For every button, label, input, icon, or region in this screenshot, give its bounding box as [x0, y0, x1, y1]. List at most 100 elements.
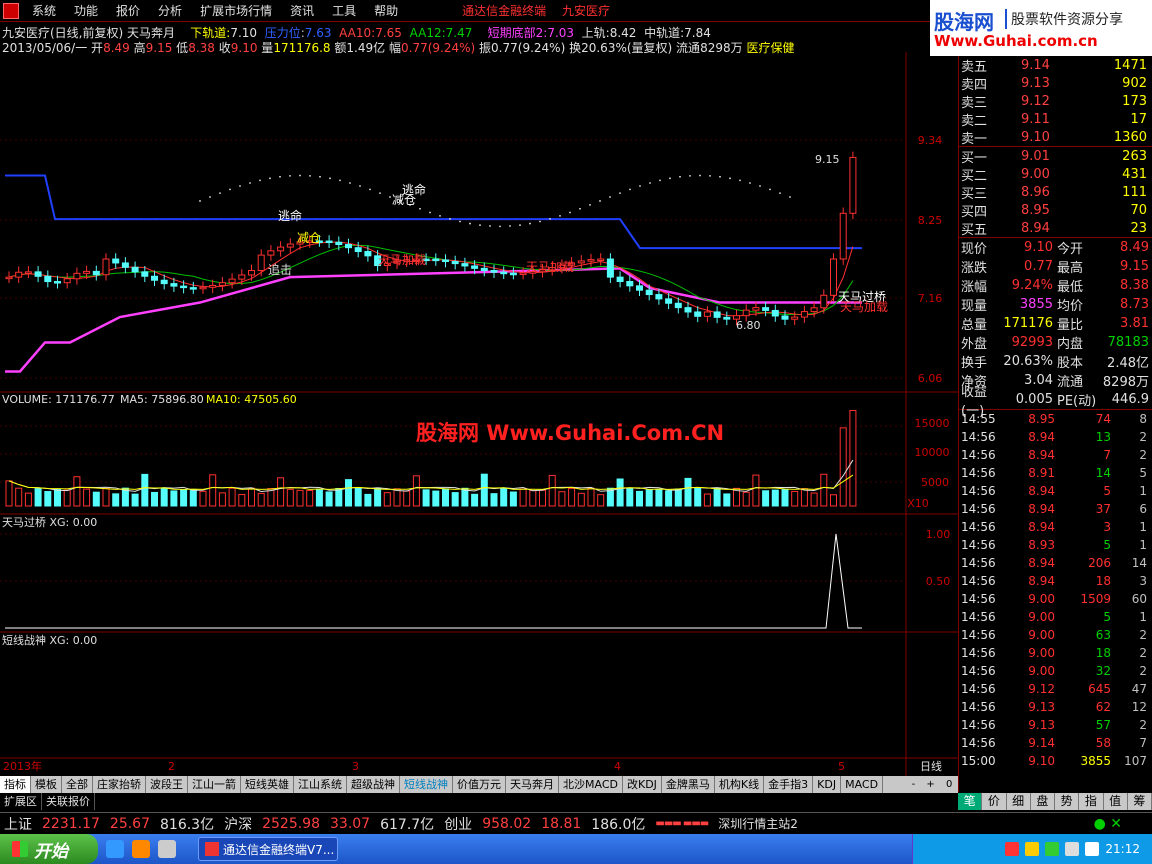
ask-row[interactable]: 卖二 9.11 17 [959, 110, 1152, 129]
menu-quote[interactable]: 报价 [107, 2, 149, 19]
tab-related-quote[interactable]: 关联报价 [42, 793, 95, 810]
indicator-tab[interactable]: 金手指3 [764, 776, 814, 793]
reset-button[interactable]: 0 [946, 776, 952, 793]
tick-row: 14:56 8.94 5 1 [961, 484, 1147, 498]
tray-network-icon[interactable] [1065, 842, 1080, 856]
start-button[interactable]: 开始 [0, 834, 98, 864]
tray-app-icon[interactable] [1005, 842, 1020, 856]
media-icon[interactable] [158, 840, 176, 858]
menu-analysis[interactable]: 分析 [149, 2, 191, 19]
period-label[interactable]: 日线 [920, 759, 942, 773]
ask-row[interactable]: 卖四 9.13 902 [959, 74, 1152, 93]
tick-row: 14:55 8.95 74 8 [961, 412, 1147, 426]
volume-bar [364, 493, 372, 507]
ie-icon[interactable] [106, 840, 124, 858]
volume-bar [548, 474, 556, 507]
taskbar-app-item[interactable]: 通达信金融终端V7... [198, 837, 338, 861]
brand-logo: 股海网 [934, 10, 994, 34]
ind1-tick-050: 0.50 [926, 575, 951, 588]
sar-dot [259, 179, 261, 182]
candle-body [509, 272, 517, 276]
tray-shield-icon[interactable] [1045, 842, 1060, 856]
menu-help[interactable]: 帮助 [365, 2, 407, 19]
ask-row[interactable]: 卖五 9.14 1471 [959, 56, 1152, 75]
tick-row: 14:56 9.00 1509 60 [961, 592, 1147, 606]
panel-tab[interactable]: 细 [1007, 793, 1031, 810]
hs-label[interactable]: 沪深 [224, 814, 252, 834]
tick-row: 14:56 8.94 18 3 [961, 574, 1147, 588]
app-logo-icon[interactable] [3, 2, 19, 19]
menu-extended-market[interactable]: 扩展市场行情 [191, 2, 281, 19]
sar-dot [539, 220, 541, 223]
candle-body [830, 258, 837, 296]
ask-row[interactable]: 卖三 9.12 173 [959, 92, 1152, 111]
tray-volume-icon[interactable] [1085, 842, 1100, 856]
sh-label[interactable]: 上证 [4, 814, 32, 834]
brand-url: Www.Guhai.com.cn [934, 32, 1098, 50]
volume-bar [480, 473, 488, 507]
bid-row[interactable]: 买二 9.00 431 [959, 165, 1152, 184]
volume-bar [248, 487, 255, 507]
indicator-tab[interactable]: 指标 [0, 776, 31, 793]
panel-tab[interactable]: 指 [1079, 793, 1104, 810]
indicator-tab[interactable]: 改KDJ [623, 776, 662, 793]
candle-body [655, 294, 663, 300]
panel-tab-bar: 笔价细盘势指值筹 [958, 793, 1152, 810]
cy-amount: 186.0亿 [591, 816, 646, 833]
sar-dot [549, 218, 551, 220]
menu-function[interactable]: 功能 [65, 2, 107, 19]
indicator-tab[interactable]: 北沙MACD [559, 776, 623, 793]
bid-row[interactable]: 买一 9.01 263 [959, 147, 1152, 166]
tray-qq-icon[interactable] [1025, 842, 1040, 856]
indicator-tab[interactable]: MACD [841, 776, 884, 793]
indicator-tab[interactable]: 短线战神 [400, 776, 453, 793]
candle-body [820, 294, 828, 309]
indicator-tab[interactable]: 价值万元 [453, 776, 506, 793]
candle-body [354, 247, 362, 253]
sar-dot [519, 224, 521, 227]
indicator-tab[interactable]: 机构K线 [715, 776, 765, 793]
indicator-tab[interactable]: 波段王 [146, 776, 188, 793]
upper-track-value: 8.42 [609, 26, 637, 40]
indicator-tab[interactable]: 金牌黑马 [662, 776, 715, 793]
quote-row: 现价 9.10 今开 8.49 [961, 240, 1149, 257]
indicator-tab[interactable]: KDJ [813, 776, 842, 793]
tab-extended-area[interactable]: 扩展区 [0, 793, 42, 810]
clock[interactable]: 21:12 [1105, 842, 1140, 856]
volume-bar [800, 488, 808, 507]
volume-bar [383, 492, 391, 507]
sar-dot [449, 218, 451, 220]
panel-tab[interactable]: 盘 [1031, 793, 1055, 810]
desktop-icon[interactable] [132, 840, 150, 858]
tick-list[interactable]: 14:55 8.95 74 8 14:56 8.94 13 2 14:56 8.… [959, 410, 1152, 770]
panel-tab[interactable]: 笔 [958, 793, 983, 810]
cy-label[interactable]: 创业 [444, 814, 472, 834]
indicator-tab[interactable]: 短线英雄 [241, 776, 294, 793]
server-name[interactable]: 深圳行情主站2 [718, 815, 798, 832]
volume-bar [92, 491, 100, 507]
bid-row[interactable]: 买三 8.96 111 [959, 183, 1152, 202]
menu-news[interactable]: 资讯 [281, 2, 323, 19]
zoom-out-button[interactable]: - [912, 776, 916, 793]
sar-dot [759, 185, 761, 187]
indicator-tab[interactable]: 天马奔月 [506, 776, 559, 793]
indicator-tab[interactable]: 庄家抬轿 [93, 776, 146, 793]
panel-tab[interactable]: 值 [1104, 793, 1128, 810]
panel-tab[interactable]: 势 [1055, 793, 1080, 810]
bid-row[interactable]: 买四 8.95 70 [959, 201, 1152, 220]
indicator-tab[interactable]: 全部 [62, 776, 93, 793]
panel-tab[interactable]: 筹 [1128, 793, 1152, 810]
zoom-in-button[interactable]: + [926, 776, 934, 793]
menu-tools[interactable]: 工具 [323, 2, 365, 19]
indicator-tab[interactable]: 超级战神 [347, 776, 400, 793]
candle-body [141, 271, 149, 277]
indicator-tab[interactable]: 模板 [31, 776, 62, 793]
indicator-tab[interactable]: 江山一箭 [188, 776, 241, 793]
menu-system[interactable]: 系统 [23, 2, 65, 19]
kline-chart[interactable]: 9.34 8.25 7.16 6.06 15000 10000 5000 X10… [0, 52, 958, 776]
panel-tab[interactable]: 价 [982, 793, 1007, 810]
indicator-tab[interactable]: 江山系统 [294, 776, 347, 793]
volume-bar [257, 492, 265, 507]
ask-row[interactable]: 卖一 9.10 1360 [959, 128, 1152, 147]
bid-row[interactable]: 买五 8.94 23 [959, 219, 1152, 238]
